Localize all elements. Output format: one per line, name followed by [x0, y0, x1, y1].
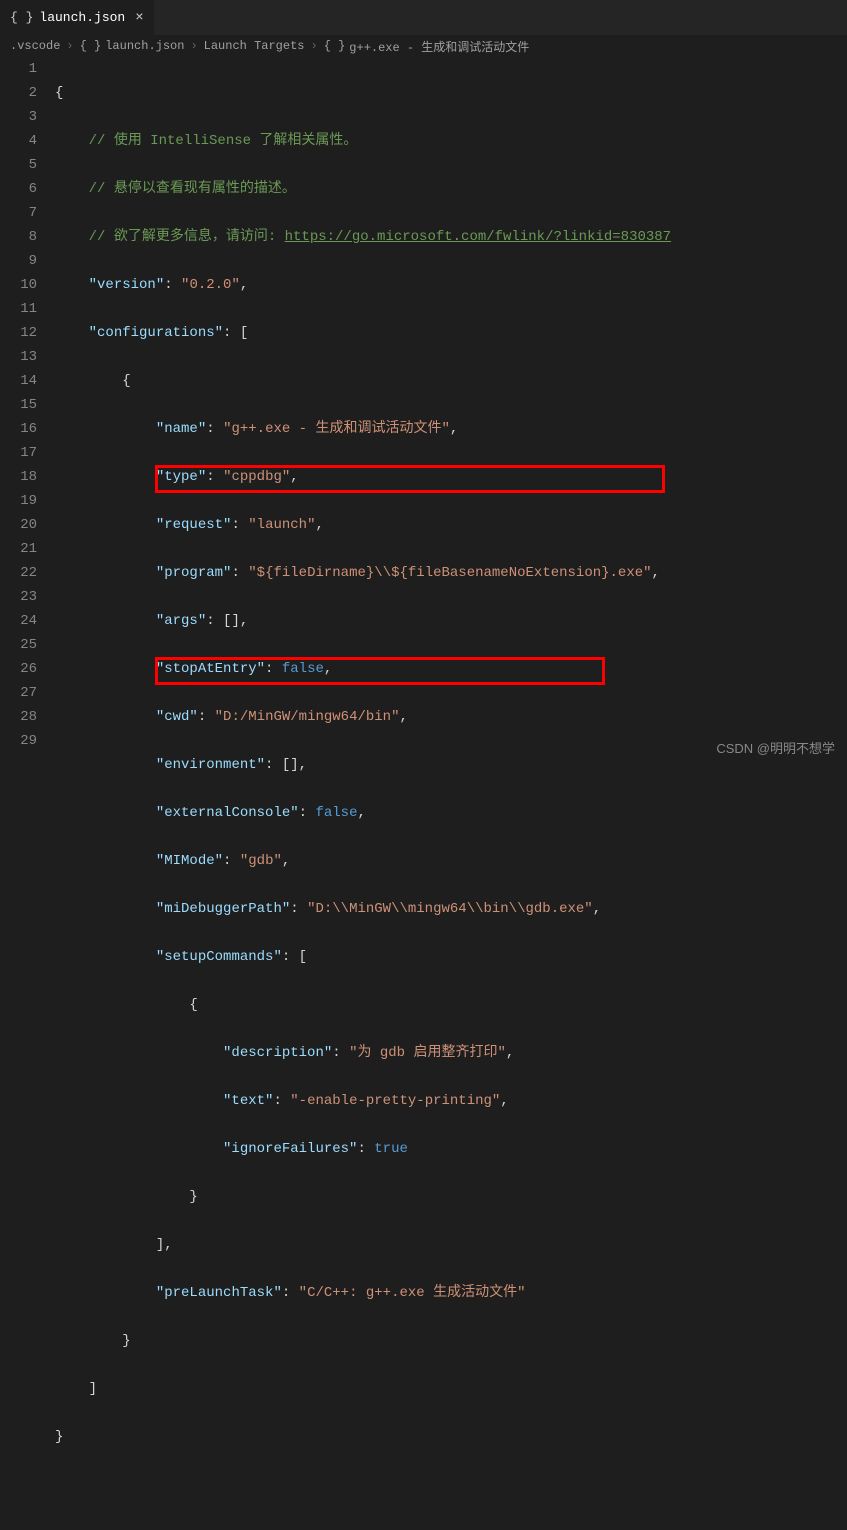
json-key: "name"	[156, 421, 206, 437]
json-value: "-enable-pretty-printing"	[290, 1093, 500, 1109]
json-key: "setupCommands"	[156, 949, 282, 965]
breadcrumb-item[interactable]: .vscode	[10, 39, 60, 53]
chevron-right-icon: ›	[310, 39, 317, 53]
tab-label: launch.json	[39, 10, 125, 25]
code-content[interactable]: { // 使用 IntelliSense 了解相关属性。 // 悬停以查看现有属…	[55, 57, 847, 1530]
json-key: "program"	[156, 565, 232, 581]
code-comment: // 欲了解更多信息，请访问:	[89, 229, 285, 245]
json-key: "configurations"	[89, 325, 223, 341]
json-key: "preLaunchTask"	[156, 1285, 282, 1301]
json-key: "miDebuggerPath"	[156, 901, 290, 917]
json-value: "C/C++: g++.exe 生成活动文件"	[299, 1285, 526, 1301]
breadcrumb: .vscode › { } launch.json › Launch Targe…	[0, 35, 847, 57]
breadcrumb-item[interactable]: { } g++.exe - 生成和调试活动文件	[324, 38, 530, 55]
tab-launch-json[interactable]: { } launch.json ×	[0, 0, 155, 35]
json-value: "0.2.0"	[181, 277, 240, 293]
json-value: "为 gdb 启用整齐打印"	[349, 1045, 506, 1061]
json-value: "D:/MinGW/mingw64/bin"	[215, 709, 400, 725]
json-key: "version"	[89, 277, 165, 293]
json-key: "externalConsole"	[156, 805, 299, 821]
json-key: "MIMode"	[156, 853, 223, 869]
json-value: "${fileDirname}\\${fileBasenameNoExtensi…	[248, 565, 651, 581]
breadcrumb-item[interactable]: { } launch.json	[80, 39, 185, 53]
json-key: "text"	[223, 1093, 273, 1109]
breadcrumb-item[interactable]: Launch Targets	[204, 39, 305, 53]
json-key: "type"	[156, 469, 206, 485]
json-key: "description"	[223, 1045, 332, 1061]
json-value: "g++.exe - 生成和调试活动文件"	[223, 421, 450, 437]
json-key: "request"	[156, 517, 232, 533]
code-comment: // 使用 IntelliSense 了解相关属性。	[89, 133, 358, 149]
code-comment: // 悬停以查看现有属性的描述。	[89, 181, 296, 197]
json-key: "environment"	[156, 757, 265, 773]
code-link[interactable]: https://go.microsoft.com/fwlink/?linkid=…	[285, 229, 671, 245]
json-value: "gdb"	[240, 853, 282, 869]
json-key: "cwd"	[156, 709, 198, 725]
tab-bar: { } launch.json ×	[0, 0, 847, 35]
json-value: false	[282, 661, 324, 677]
code-editor[interactable]: 1234 5678 9101112 13141516 17181920 2122…	[0, 57, 847, 1530]
chevron-right-icon: ›	[66, 39, 73, 53]
json-value: true	[374, 1141, 408, 1157]
json-key: "stopAtEntry"	[156, 661, 265, 677]
json-value: "D:\\MinGW\\mingw64\\bin\\gdb.exe"	[307, 901, 593, 917]
code-text: {	[55, 85, 63, 101]
line-gutter: 1234 5678 9101112 13141516 17181920 2122…	[0, 57, 55, 1530]
json-value: "cppdbg"	[223, 469, 290, 485]
chevron-right-icon: ›	[190, 39, 197, 53]
json-icon: { }	[10, 10, 33, 25]
close-icon[interactable]: ×	[135, 10, 143, 26]
json-key: "ignoreFailures"	[223, 1141, 357, 1157]
json-value: "launch"	[248, 517, 315, 533]
watermark: CSDN @明明不想学	[716, 738, 835, 757]
json-key: "args"	[156, 613, 206, 629]
json-value: false	[315, 805, 357, 821]
